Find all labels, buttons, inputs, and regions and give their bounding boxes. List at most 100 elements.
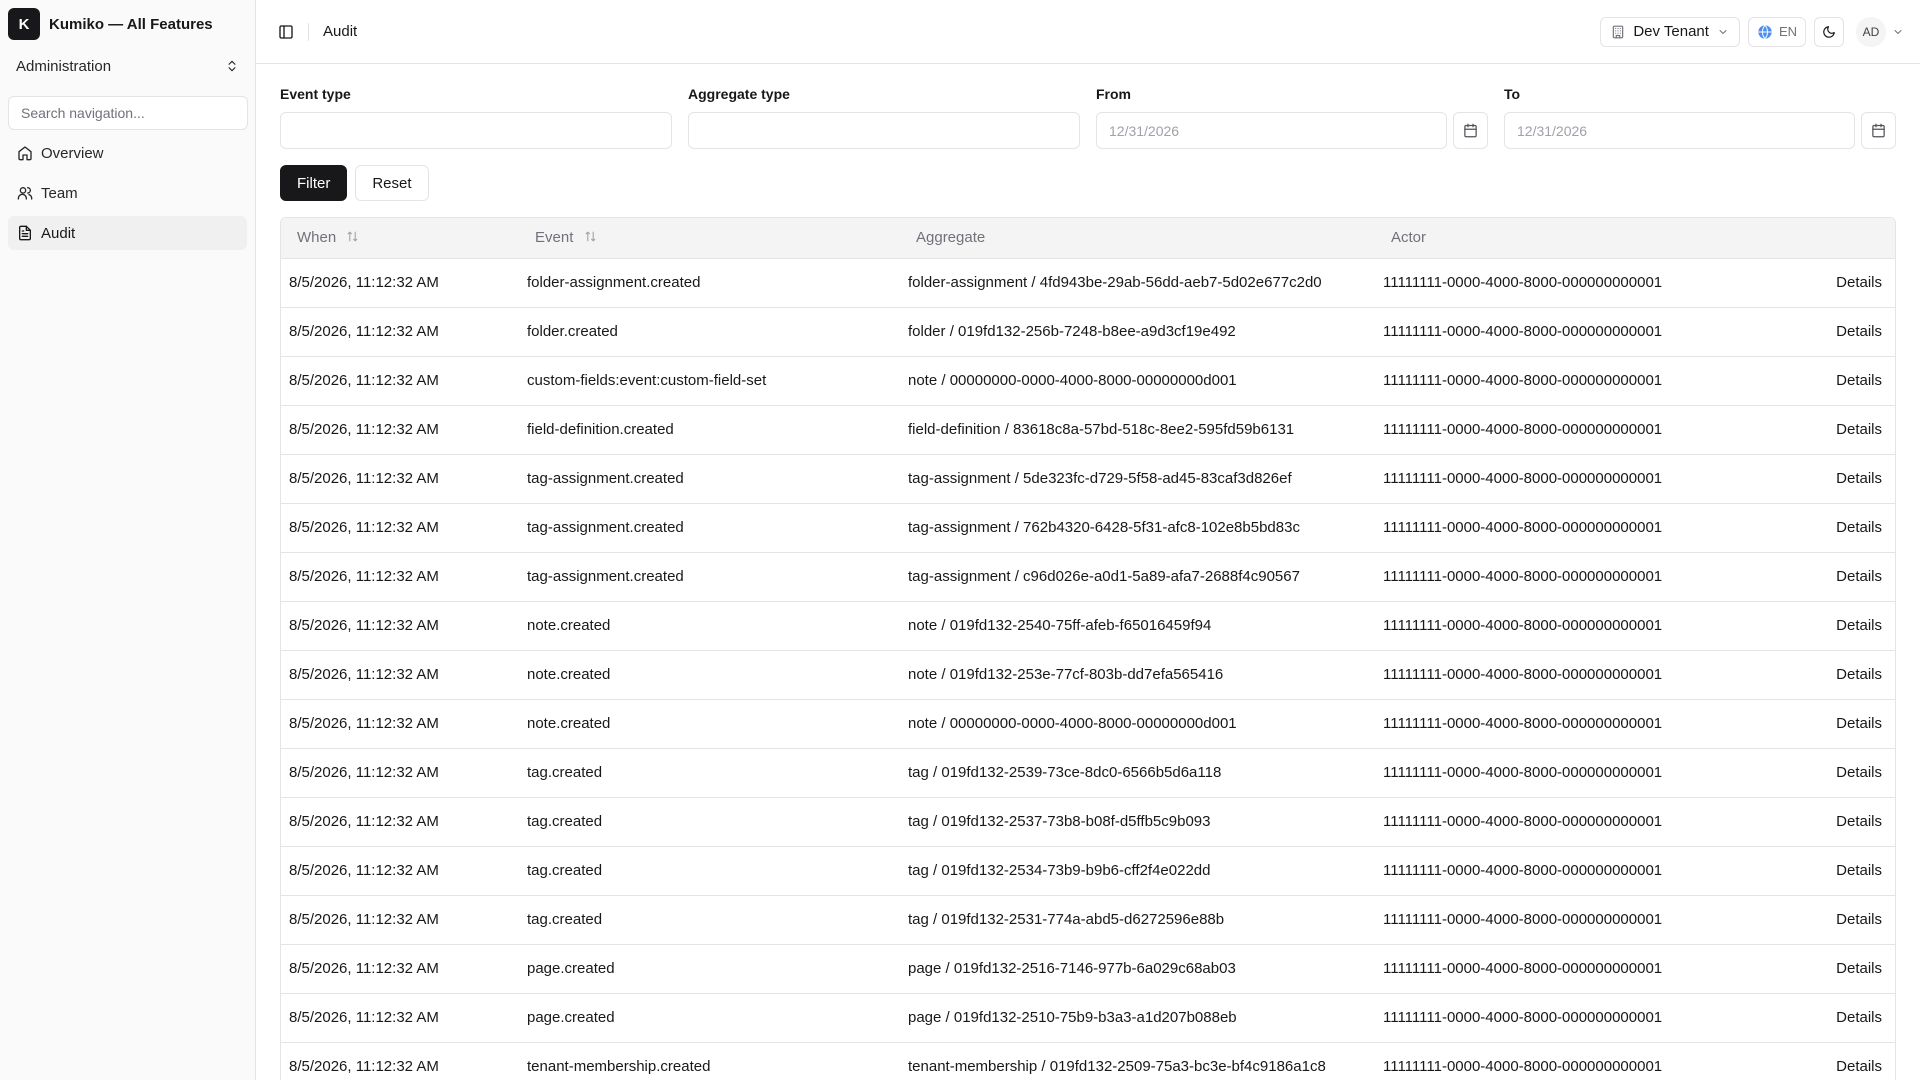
cell-when: 8/5/2026, 11:12:32 AM xyxy=(289,715,439,732)
nav-list: Overview Team Audit xyxy=(8,136,247,250)
cell-aggregate: note / 019fd132-253e-77cf-803b-dd7efa565… xyxy=(908,666,1224,683)
calendar-icon xyxy=(1464,123,1477,138)
cell-actor: 11111111-0000-4000-8000-000000000001 xyxy=(1383,862,1663,879)
sidebar-item-team[interactable]: Team xyxy=(8,176,247,210)
cell-event: folder.created xyxy=(527,323,618,340)
aggregate-type-filter: Aggregate type xyxy=(688,86,1080,149)
details-link[interactable]: Details xyxy=(1836,666,1882,683)
workspace-switcher[interactable]: Administration xyxy=(8,50,247,82)
sidebar-toggle-button[interactable] xyxy=(272,18,300,46)
to-date-filter: To xyxy=(1504,86,1896,149)
from-date-input[interactable] xyxy=(1096,112,1448,149)
cell-actor: 11111111-0000-4000-8000-000000000001 xyxy=(1383,1058,1663,1076)
globe-icon xyxy=(1758,24,1772,39)
details-link[interactable]: Details xyxy=(1836,715,1882,732)
event-type-input[interactable] xyxy=(280,112,672,149)
details-link[interactable]: Details xyxy=(1836,274,1882,291)
cell-when: 8/5/2026, 11:12:32 AM xyxy=(289,1009,439,1026)
cell-actor: 11111111-0000-4000-8000-000000000001 xyxy=(1383,715,1663,732)
sidebar-item-overview[interactable]: Overview xyxy=(8,136,247,170)
cell-when: 8/5/2026, 11:12:32 AM xyxy=(289,372,439,389)
app-title: Kumiko — All Features xyxy=(49,15,213,33)
column-event-label: Event xyxy=(535,228,574,246)
details-link[interactable]: Details xyxy=(1836,764,1882,781)
user-menu-button[interactable]: AD xyxy=(1856,16,1904,47)
from-date-filter: From xyxy=(1096,86,1488,149)
column-when[interactable]: When xyxy=(281,218,519,258)
details-link[interactable]: Details xyxy=(1836,862,1882,879)
column-event[interactable]: Event xyxy=(519,218,900,258)
cell-details: Details xyxy=(1822,846,1895,895)
cell-event: tag-assignment.created xyxy=(527,519,684,536)
from-calendar-button[interactable] xyxy=(1453,112,1488,149)
cell-when: 8/5/2026, 11:12:32 AM xyxy=(289,960,439,977)
cell-when: 8/5/2026, 11:12:32 AM xyxy=(289,323,439,340)
cell-event: tag.created xyxy=(527,813,603,830)
table-row: 8/5/2026, 11:12:32 AM tag-assignment.crea… xyxy=(281,454,1895,503)
cell-details: Details xyxy=(1822,944,1895,993)
cell-aggregate: tag / 019fd132-2534-73b9-b9b6-cff2f4e022… xyxy=(908,862,1211,879)
table-row: 8/5/2026, 11:12:32 AM folder-assignment.c… xyxy=(281,258,1895,307)
reset-button[interactable]: Reset xyxy=(355,165,429,201)
details-link[interactable]: Details xyxy=(1836,323,1882,340)
cell-event: note.created xyxy=(527,715,611,732)
theme-toggle-button[interactable] xyxy=(1814,16,1844,47)
cell-details: Details xyxy=(1822,552,1895,601)
cell-details: Details xyxy=(1822,356,1895,405)
column-actor: Actor xyxy=(1391,229,1427,247)
details-link[interactable]: Details xyxy=(1836,960,1882,977)
moon-icon xyxy=(1823,25,1835,38)
table-row: 8/5/2026, 11:12:32 AM page.created page / … xyxy=(281,944,1895,993)
table-row: 8/5/2026, 11:12:32 AM folder.created folde… xyxy=(281,307,1895,356)
top-header: Audit Dev Tenant EN AD xyxy=(256,0,1920,64)
to-date-input[interactable] xyxy=(1504,112,1856,149)
details-link[interactable]: Details xyxy=(1836,519,1882,536)
table-row: 8/5/2026, 11:12:32 AM custom-fields:event… xyxy=(281,356,1895,405)
brand[interactable]: K Kumiko — All Features xyxy=(8,8,247,40)
details-link[interactable]: Details xyxy=(1836,813,1882,830)
cell-event: tenant-membership.created xyxy=(527,1058,711,1076)
tenant-switcher-button[interactable]: Dev Tenant xyxy=(1600,16,1740,47)
breadcrumb: Audit xyxy=(323,23,358,40)
aggregate-type-input[interactable] xyxy=(688,112,1080,149)
sidebar-item-label: Audit xyxy=(41,224,76,242)
cell-when: 8/5/2026, 11:12:32 AM xyxy=(289,274,439,291)
sort-icon xyxy=(585,231,595,241)
cell-details: Details xyxy=(1822,601,1895,650)
details-link[interactable]: Details xyxy=(1836,568,1882,585)
details-link[interactable]: Details xyxy=(1836,421,1882,438)
app-logo: K xyxy=(8,8,40,40)
filter-button[interactable]: Filter xyxy=(280,165,348,201)
cell-event: field-definition.created xyxy=(527,421,674,438)
cell-event: page.created xyxy=(527,1009,615,1026)
nav-search-input[interactable] xyxy=(8,96,248,130)
details-link[interactable]: Details xyxy=(1836,1058,1882,1075)
sidebar-item-label: Overview xyxy=(41,144,104,162)
cell-actor: 11111111-0000-4000-8000-000000000001 xyxy=(1383,617,1663,634)
to-calendar-button[interactable] xyxy=(1861,112,1896,149)
cell-when: 8/5/2026, 11:12:32 AM xyxy=(289,862,439,879)
details-link[interactable]: Details xyxy=(1836,470,1882,487)
cell-actor: 11111111-0000-4000-8000-000000000001 xyxy=(1383,764,1663,781)
file-text-icon xyxy=(19,225,31,241)
cell-event: custom-fields:event:custom-field-set xyxy=(527,372,767,389)
audit-filters: Event type Aggregate type From To xyxy=(280,86,1896,149)
table-row: 8/5/2026, 11:12:32 AM tag.created tag / 01… xyxy=(281,797,1895,846)
workspace-label: Administration xyxy=(16,57,112,75)
cell-details: Details xyxy=(1822,307,1895,356)
header-actions: Dev Tenant EN AD xyxy=(1600,16,1904,47)
cell-details: Details xyxy=(1822,405,1895,454)
table-header-row: When Event Aggregate Actor xyxy=(281,218,1895,258)
details-link[interactable]: Details xyxy=(1836,617,1882,634)
table-row: 8/5/2026, 11:12:32 AM page.created page / … xyxy=(281,993,1895,1042)
cell-aggregate: tag / 019fd132-2531-774a-abd5-d6272596e8… xyxy=(908,911,1225,928)
users-icon xyxy=(17,187,33,200)
language-label: EN xyxy=(1778,24,1797,39)
cell-details: Details xyxy=(1822,454,1895,503)
details-link[interactable]: Details xyxy=(1836,911,1882,928)
details-link[interactable]: Details xyxy=(1836,372,1882,389)
cell-when: 8/5/2026, 11:12:32 AM xyxy=(289,568,439,585)
language-switcher-button[interactable]: EN xyxy=(1747,16,1806,47)
sidebar-item-audit[interactable]: Audit xyxy=(8,216,247,250)
details-link[interactable]: Details xyxy=(1836,1009,1882,1026)
